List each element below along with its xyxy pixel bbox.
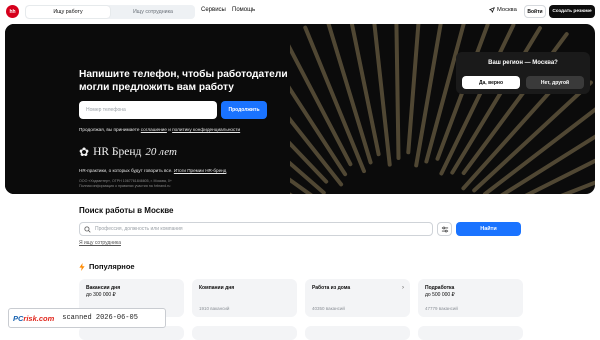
region-no-button[interactable]: Нет, другой: [526, 76, 584, 89]
card-count: 47779 вакансий: [425, 306, 458, 311]
hr-note: HR-практики, о которых будут говорить вс…: [79, 168, 226, 173]
create-resume-button[interactable]: Создать резюме: [549, 5, 595, 18]
brand-star-icon: ✿: [79, 145, 90, 159]
privacy-policy-link[interactable]: политику конфиденциальности: [172, 127, 240, 132]
continue-button[interactable]: Продолжить: [221, 101, 267, 119]
legal-text: ООО «Хэдхантер», ОГРН 1067761846605, г. …: [79, 179, 172, 189]
legal-line-2: Полная информация о правилах участия на …: [79, 184, 171, 188]
pcrisk-logo: PCrisk.com: [13, 314, 54, 323]
filters-button[interactable]: [437, 222, 452, 236]
card-count: 40350 вакансий: [312, 306, 345, 311]
seek-employee-link[interactable]: Я ищу сотрудника: [79, 240, 121, 246]
role-switcher: Ищу работу Ищу сотрудника: [25, 5, 195, 19]
decorative-ray: [372, 24, 392, 167]
decorative-ray: [406, 24, 421, 155]
login-button[interactable]: Войти: [524, 5, 546, 18]
card-companies-of-day[interactable]: Компании дня 1910 вакансий: [192, 279, 297, 317]
hr-note-prefix: HR-практики, о которых будут говорить вс…: [79, 168, 174, 173]
brand-years: 20 лет: [145, 146, 177, 158]
location-arrow-icon: [489, 7, 495, 13]
card-title: Работа из дома: [312, 285, 351, 291]
agreement-link[interactable]: соглашение: [141, 127, 167, 132]
search-input[interactable]: Профессия, должность или компания: [79, 222, 433, 236]
sliders-icon: [441, 226, 448, 232]
pcrisk-watermark: PCrisk.com scanned 2026-06-05: [8, 308, 166, 328]
nav-services[interactable]: Сервисы: [201, 7, 226, 13]
card-subtitle: до 500 000 ₽: [425, 291, 455, 298]
consent-text: Продолжая, вы принимаете соглашение и по…: [79, 127, 240, 132]
hero-title: Напишите телефон, чтобы работодатели мог…: [79, 69, 288, 93]
search-title: Поиск работы в Москве: [79, 206, 174, 215]
card-count: 1910 вакансий: [199, 306, 230, 311]
lightning-icon: [79, 262, 85, 271]
region-yes-button[interactable]: Да, верно: [462, 76, 520, 89]
card-remote-work[interactable]: Работа из дома › 40350 вакансий: [305, 279, 410, 317]
card-title-text: Вакансии дня: [86, 285, 121, 291]
top-bar: hh Ищу работу Ищу сотрудника Сервисы Пом…: [0, 0, 600, 24]
consent-prefix: Продолжая, вы принимаете: [79, 127, 141, 132]
popup-title: Ваш регион — Москва?: [488, 60, 558, 66]
watermark-text: scanned 2026-06-05: [62, 314, 138, 322]
phone-input[interactable]: Номер телефона: [79, 101, 217, 119]
card-part-time[interactable]: Подработка до 500 000 ₽ 47779 вакансий: [418, 279, 523, 317]
hr-brand-results-link[interactable]: Итоги Премии HR-бренд: [174, 168, 227, 173]
region-confirm-popup: Ваш регион — Москва? Да, верно Нет, друг…: [456, 52, 590, 94]
region-label: Москва: [497, 7, 517, 13]
card-title-text: Подработка: [425, 285, 455, 291]
tab-job-seeker[interactable]: Ищу работу: [26, 6, 110, 18]
pcrisk-logo-risk: risk.com: [23, 313, 55, 323]
search-icon: [84, 225, 91, 233]
card-title: Подработка до 500 000 ₽: [425, 285, 455, 298]
brand-text: HR Бренд: [93, 146, 142, 158]
hr-brand-logo: ✿ HR Бренд 20 лет: [79, 146, 177, 158]
hero-banner: Напишите телефон, чтобы работодатели мог…: [5, 24, 595, 194]
card-title: Вакансии дня до 300 000 ₽: [86, 285, 120, 298]
pcrisk-logo-pc: PC: [13, 313, 24, 323]
nav-help[interactable]: Помощь: [232, 7, 255, 13]
card-subtitle: до 300 000 ₽: [86, 291, 116, 298]
search-placeholder: Профессия, должность или компания: [95, 226, 183, 232]
find-button[interactable]: Найти: [456, 222, 521, 236]
tab-employer[interactable]: Ищу сотрудника: [111, 6, 195, 18]
hh-logo[interactable]: hh: [6, 5, 19, 18]
card-title: Компании дня: [199, 285, 235, 291]
chevron-right-icon: ›: [402, 285, 404, 291]
popular-title: Популярное: [89, 262, 135, 271]
region-selector[interactable]: Москва: [489, 7, 517, 13]
popular-heading: Популярное: [79, 262, 135, 271]
decorative-ray: [394, 24, 401, 160]
